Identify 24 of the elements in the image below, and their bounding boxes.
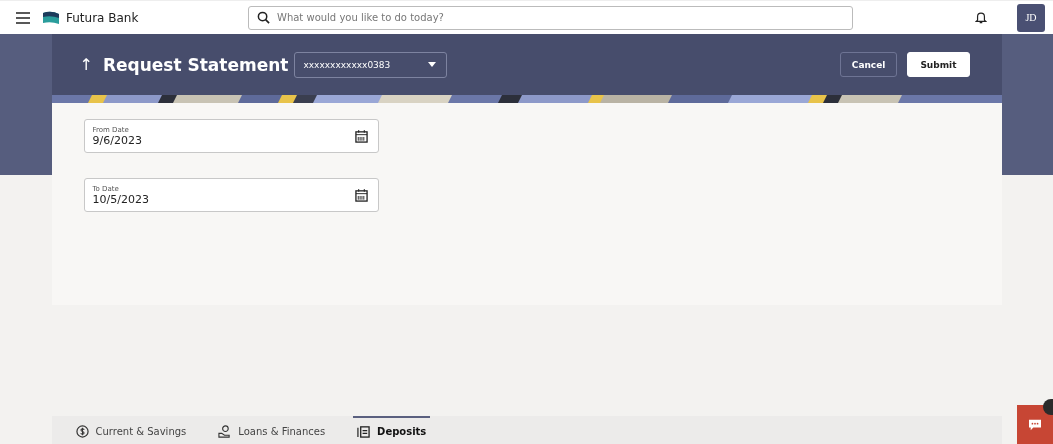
submit-button[interactable]: Submit [907,52,970,77]
dollar-coin-icon [75,424,89,438]
chat-bubble-icon [1028,418,1042,431]
back-arrow[interactable]: ↑ [79,55,93,74]
search-field[interactable]: What would you like to do today? [248,5,853,30]
user-avatar[interactable]: JD [1017,3,1045,32]
product-tab[interactable]: Loans & Finances [214,416,330,444]
hand-coin-icon [218,424,232,438]
bank-logo-icon [42,10,60,25]
product-tab[interactable]: Current & Savings [71,416,191,444]
calendar-icon[interactable] [354,129,368,143]
caret-icon [428,62,437,67]
bank-name: Futura Bank [66,10,139,25]
document-stack-icon [357,424,371,438]
calendar-icon[interactable] [354,188,368,202]
cancel-button[interactable]: Cancel [839,52,898,77]
chat-button[interactable] [1017,405,1053,444]
search-icon [257,10,270,24]
chat-badge [1043,399,1053,415]
notification-bell-icon[interactable] [975,10,987,25]
product-tab[interactable]: Deposits [353,416,431,444]
page-title: Request Statement [102,54,289,75]
menu-icon[interactable] [16,11,30,24]
account-dropdown[interactable]: xxxxxxxxxxxx0383 [294,51,448,78]
